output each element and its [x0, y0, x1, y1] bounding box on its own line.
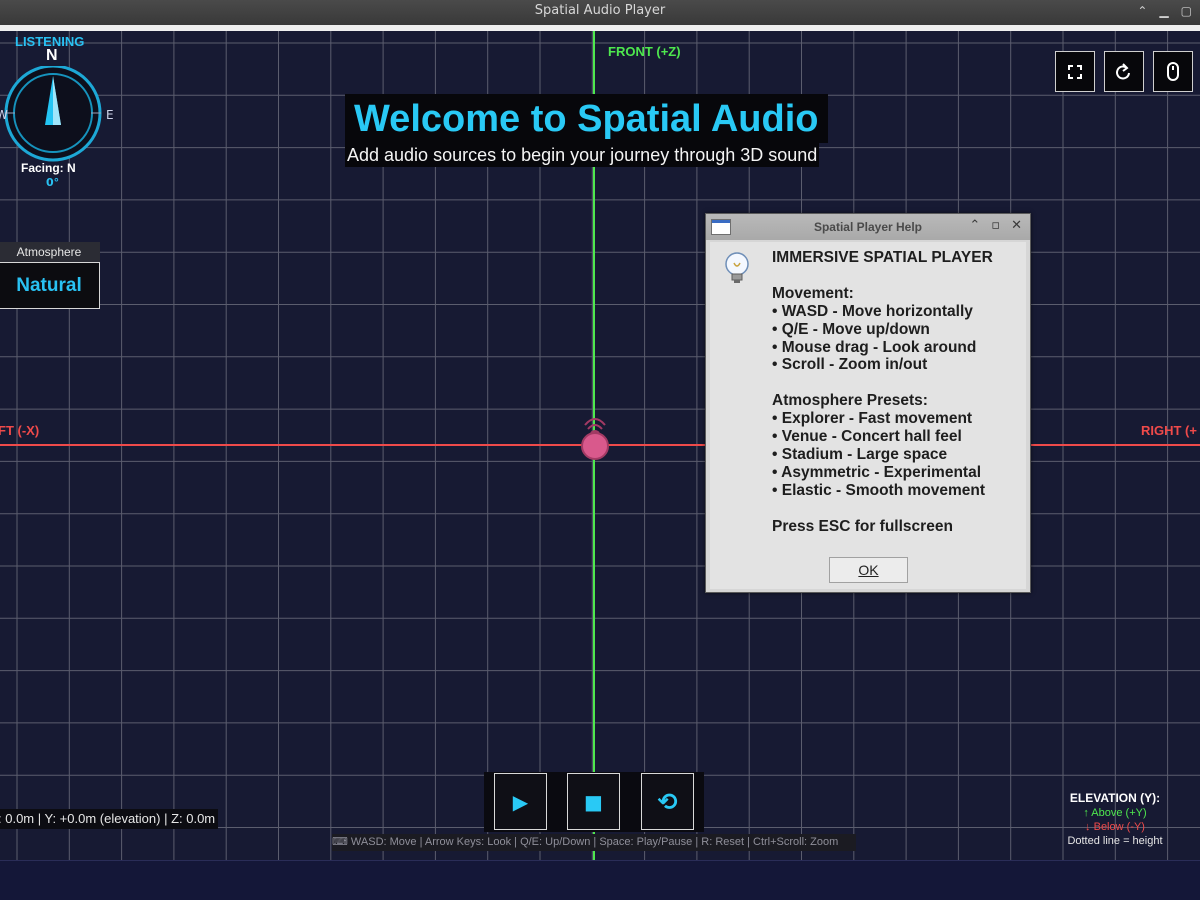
welcome-title: Welcome to Spatial Audio: [345, 94, 828, 143]
compass-north: N: [46, 47, 58, 64]
help-dialog-titlebar[interactable]: Spatial Player Help ⌃ ▫ ✕: [706, 214, 1030, 240]
help-dialog-controls: ⌃ ▫ ✕: [969, 218, 1022, 233]
play-icon: ▶: [512, 789, 529, 814]
facing-degrees: 0°: [46, 176, 60, 189]
rotate-icon: [1116, 62, 1130, 79]
spatial-scene[interactable]: FRONT (+Z) FT (-X) RIGHT (+ LISTENING N …: [0, 31, 1200, 860]
fullscreen-icon: [1068, 64, 1082, 79]
facing-label: Facing: N: [21, 161, 76, 175]
elevation-below: ↓ Below (-Y): [1085, 821, 1145, 833]
reset-button[interactable]: ⟲: [641, 773, 694, 830]
left-axis-label: FT (-X): [0, 423, 40, 438]
position-readout: : 0.0m | Y: +0.0m (elevation) | Z: 0.0m: [0, 809, 219, 829]
play-button[interactable]: ▶: [494, 773, 547, 830]
mouse-button[interactable]: [1153, 51, 1193, 92]
window-titlebar: Spatial Audio Player ⌃ ▁ ▢: [0, 0, 1200, 25]
help-minimize-button[interactable]: ⌃: [969, 218, 980, 233]
help-close-button[interactable]: ✕: [1011, 218, 1022, 233]
window-controls: ⌃ ▁ ▢: [1137, 0, 1192, 22]
atmosphere-label: Atmosphere: [0, 242, 100, 262]
elevation-dotted-note: Dotted line = height: [1067, 835, 1163, 847]
atmosphere-panel: Atmosphere Natural: [0, 242, 100, 309]
keyboard-hints: ⌨ WASD: Move | Arrow Keys: Look | Q/E: U…: [332, 834, 856, 851]
help-dialog-body: IMMERSIVE SPATIAL PLAYER Movement: • WAS…: [710, 242, 1026, 589]
playback-controls: ▶ ■ ⟲: [484, 772, 704, 832]
compass: LISTENING N W E Facing: N 0°: [0, 31, 114, 191]
ok-label: OK: [858, 562, 879, 578]
audio-source-icon[interactable]: [578, 411, 612, 461]
help-dialog: Spatial Player Help ⌃ ▫ ✕ IMMERSIVE SPAT…: [705, 213, 1031, 593]
stop-icon: ■: [584, 789, 603, 814]
compass-east: E: [106, 108, 114, 122]
stop-button[interactable]: ■: [567, 773, 620, 830]
lightbulb-icon: [725, 252, 749, 283]
fullscreen-button[interactable]: [1055, 51, 1095, 92]
mouse-icon: [1167, 61, 1179, 81]
window-minimize-button[interactable]: ▁: [1159, 0, 1168, 22]
ok-button[interactable]: OK: [829, 557, 908, 583]
help-text: IMMERSIVE SPATIAL PLAYER Movement: • WAS…: [772, 249, 993, 535]
window-maximize-button[interactable]: ⌃: [1137, 0, 1147, 22]
elevation-legend: ELEVATION (Y): ↑ Above (+Y) ↓ Below (-Y)…: [1040, 791, 1190, 847]
reset-icon: ⟲: [657, 787, 678, 816]
compass-dial-icon: [4, 66, 102, 162]
help-maximize-button[interactable]: ▫: [991, 218, 1000, 233]
elevation-heading: ELEVATION (Y):: [1069, 791, 1161, 805]
compass-west: W: [0, 108, 8, 122]
window-close-button[interactable]: ▢: [1181, 0, 1192, 22]
bottom-bar: [0, 860, 1200, 900]
right-axis-label: RIGHT (+: [1141, 423, 1197, 438]
atmosphere-select-button[interactable]: Natural: [0, 262, 100, 309]
welcome-subtitle: Add audio sources to begin your journey …: [345, 143, 820, 167]
elevation-above: ↑ Above (+Y): [1083, 807, 1147, 819]
front-axis-label: FRONT (+Z): [608, 44, 681, 59]
rotate-button[interactable]: [1104, 51, 1144, 92]
window-title: Spatial Audio Player: [534, 3, 666, 18]
